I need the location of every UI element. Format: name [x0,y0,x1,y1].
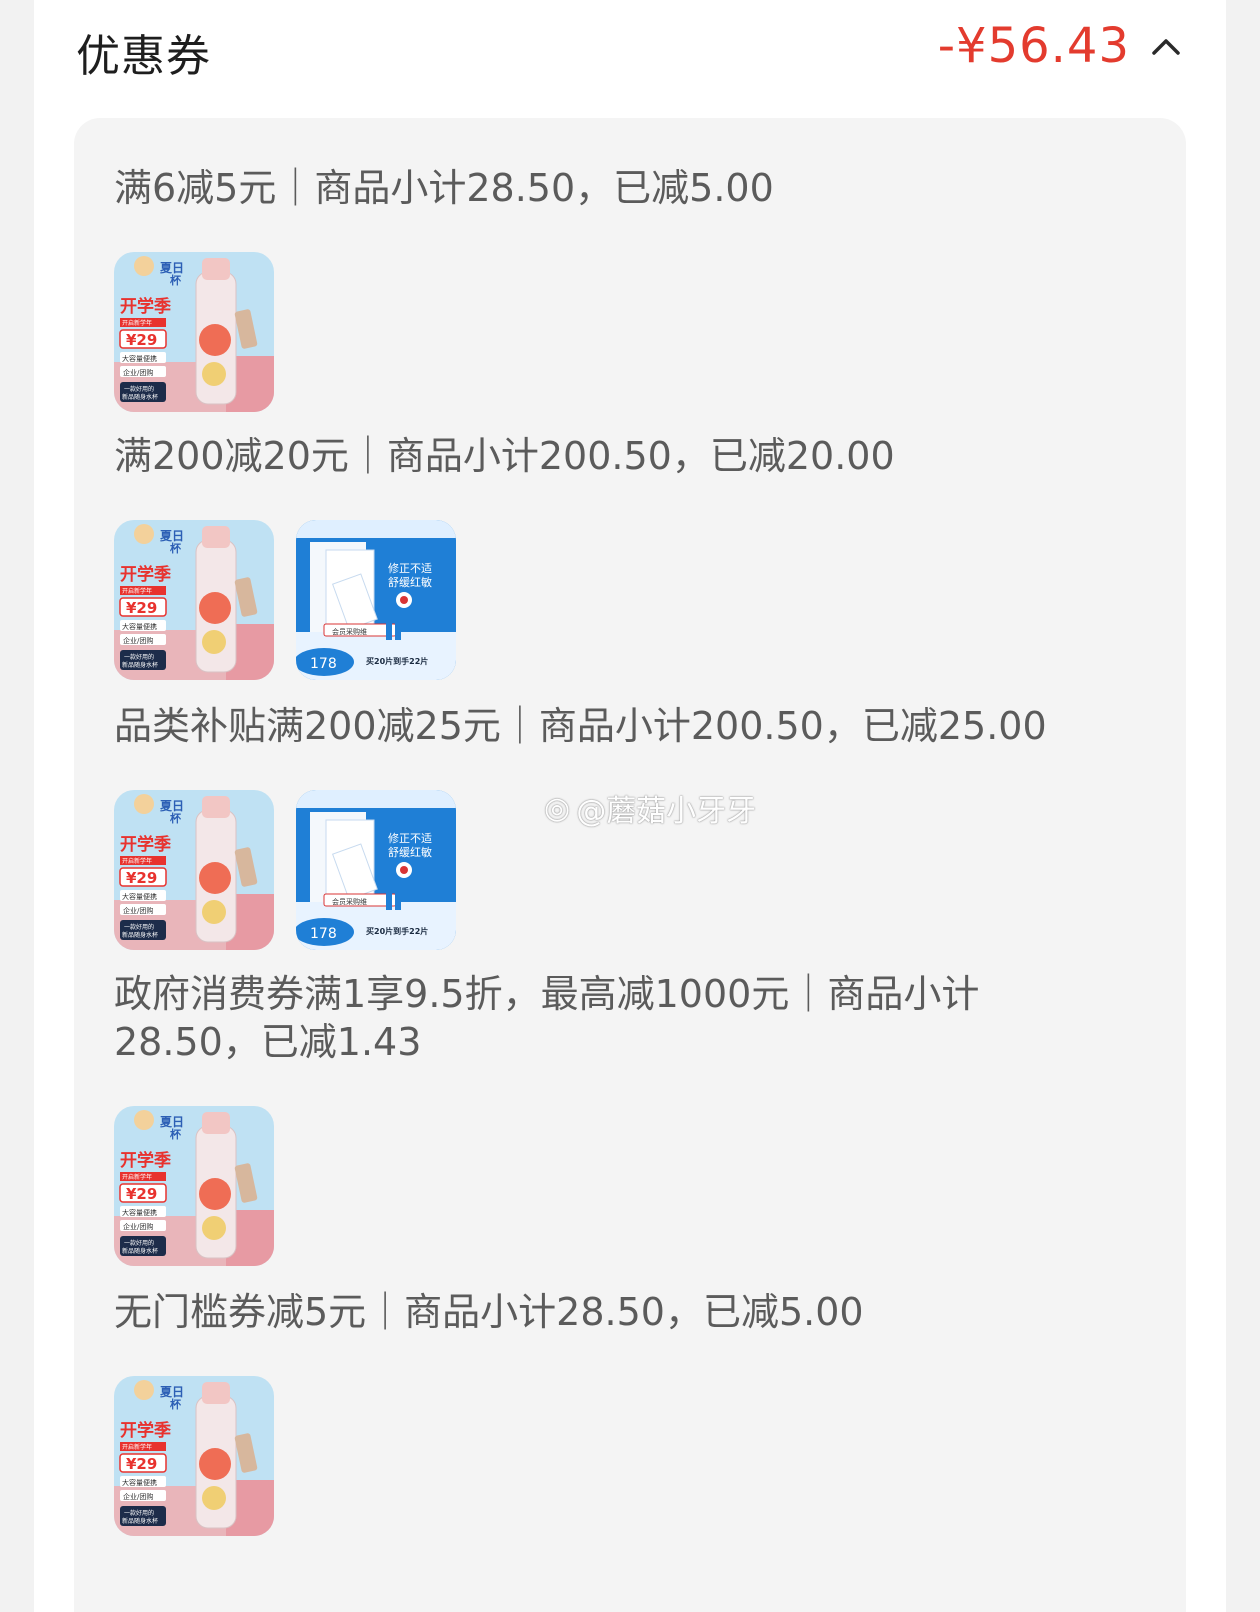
mask-product-image: 修正不适舒缓红敏会员采购维 178 买20片到手22片 [296,790,456,950]
bottle-tag2: 企业/团购 [123,368,153,377]
bottle-tag3: 一款好用的 [124,653,154,661]
product-thumb-bottle[interactable]: 夏日杯开学季开启新学年 ¥29 大容量便携企业/团购一款好用的 新品随身水杯 [114,1106,274,1266]
bottle-tag1: 大容量便携 [122,622,157,631]
bottle-tag3: 一款好用的 [124,1509,154,1517]
bottle-season-label: 开学季 [120,296,171,317]
bottle-sub-label: 开启新学年 [122,319,152,327]
product-thumb-bottle[interactable]: 夏日杯开学季开启新学年 ¥29 大容量便携企业/团购一款好用的 新品随身水杯 [114,252,274,412]
bottle-tag4: 新品随身水杯 [122,1517,158,1525]
bottle-tag2: 企业/团购 [123,636,153,645]
coupon-section-title: 优惠券 [76,31,211,82]
bottle-sub-label: 开启新学年 [122,1443,152,1451]
coupon-rule-title: 政府消费券满1享9.5折，最高减1000元｜商品小计28.50，已减1.43 [114,972,980,1064]
bottle-label-top: 夏日 [160,799,184,813]
bottle-price: ¥29 [126,599,157,617]
bottle-label-top: 夏日 [160,529,184,543]
bottle-label-top2: 杯 [170,811,182,825]
mask-product-image: 修正不适舒缓红敏会员采购维 178 买20片到手22片 [296,520,456,680]
bottle-price: ¥29 [126,869,157,887]
weibo-watermark: ◎ @蘑菇小牙牙 [544,786,756,830]
mask-headline: 修正不适 [388,561,432,575]
bottle-label-top2: 杯 [170,541,182,555]
bottle-label-top: 夏日 [160,1115,184,1129]
bottle-price: ¥29 [126,1455,157,1473]
bottle-price: ¥29 [126,1185,157,1203]
bottle-season-label: 开学季 [120,834,171,855]
bottle-tag2: 企业/团购 [123,1492,153,1501]
mask-headline: 修正不适 [388,831,432,845]
bottle-tag1: 大容量便携 [122,892,157,901]
mask-price: 178 [310,926,337,942]
coupon-rule-title: 满6减5元｜商品小计28.50，已减5.00 [114,166,774,210]
coupon-discount-amount: -¥56.43 [937,18,1130,74]
bottle-label-top: 夏日 [160,261,184,275]
coupon-card: 优惠券 -¥56.43 满6减5元｜商品小计28.50，已减5.00 夏日杯开学… [34,0,1226,1612]
coupon-rule-title: 满200减20元｜商品小计200.50，已减20.00 [114,434,895,478]
mask-badge: 会员采购维 [332,897,367,906]
watermark-text: @蘑菇小牙牙 [576,794,757,829]
bottle-tag1: 大容量便携 [122,1208,157,1217]
coupon-rule-title: 无门槛券减5元｜商品小计28.50，已减5.00 [114,1290,864,1334]
bottle-product-image: 夏日杯开学季开启新学年 ¥29 大容量便携企业/团购一款好用的新品随身水杯 [114,520,274,680]
bottle-label-top: 夏日 [160,1385,184,1399]
bottle-tag4: 新品随身水杯 [122,931,158,939]
bottle-season-label: 开学季 [120,564,171,585]
bottle-tag3: 一款好用的 [124,923,154,931]
bottle-label-top2: 杯 [170,273,182,287]
product-thumb-mask[interactable]: 修正不适 舒缓红敏会员采购维 178 买20片到手22片 [296,790,456,950]
bottle-tag2: 企业/团购 [123,906,153,915]
coupon-rule-title: 品类补贴满200减25元｜商品小计200.50，已减25.00 [114,704,1047,748]
bottle-season-label: 开学季 [120,1420,171,1441]
bottle-label-top2: 杯 [170,1127,182,1141]
weibo-logo-icon: ◎ [544,790,571,826]
bottle-label-top2: 杯 [170,1397,182,1411]
mask-badge: 会员采购维 [332,627,367,636]
bottle-tag3: 一款好用的 [124,1239,154,1247]
bottle-sub-label: 开启新学年 [122,857,152,865]
bottle-tag1: 大容量便携 [122,1478,157,1487]
bottle-tag4: 新品随身水杯 [122,1247,158,1255]
product-thumb-bottle[interactable]: 夏日杯开学季开启新学年 ¥29 大容量便携企业/团购一款好用的 新品随身水杯 [114,1376,274,1536]
product-thumb-bottle[interactable]: 夏日杯开学季开启新学年 ¥29 大容量便携企业/团购一款好用的 新品随身水杯 [114,520,274,680]
coupon-detail-panel: 满6减5元｜商品小计28.50，已减5.00 夏日杯开学季 开启新学年 ¥29 大容量… [74,118,1186,1612]
chevron-up-icon[interactable] [1146,26,1186,66]
mask-headline2: 舒缓红敏 [388,575,432,589]
bottle-tag3: 一款好用的 [124,385,154,393]
bottle-tag4: 新品随身水杯 [122,393,158,401]
bottle-product-image: 夏日杯开学季开启新学年 ¥29 大容量便携企业/团购一款好用的新品随身水杯 [114,1106,274,1266]
mask-price: 178 [310,656,337,672]
product-thumb-bottle[interactable]: 夏日杯开学季开启新学年 ¥29 大容量便携企业/团购一款好用的 新品随身水杯 [114,790,274,950]
bottle-tag4: 新品随身水杯 [122,661,158,669]
mask-headline2: 舒缓红敏 [388,845,432,859]
bottle-tag1: 大容量便携 [122,354,157,363]
mask-promo: 买20片到手22片 [366,656,428,666]
bottle-price: ¥29 [126,331,157,349]
bottle-sub-label: 开启新学年 [122,587,152,595]
bottle-sub-label: 开启新学年 [122,1173,152,1181]
bottle-product-image: 夏日杯开学季开启新学年 ¥29 大容量便携企业/团购一款好用的新品随身水杯 [114,1376,274,1536]
product-thumb-mask[interactable]: 修正不适 舒缓红敏会员采购维 178 买20片到手22片 [296,520,456,680]
bottle-tag2: 企业/团购 [123,1222,153,1231]
bottle-product-image: 夏日杯开学季开启新学年 ¥29 大容量便携企业/团购一款好用的新品随身水杯 [114,252,274,412]
bottle-season-label: 开学季 [120,1150,171,1171]
mask-promo: 买20片到手22片 [366,926,428,936]
bottle-product-image: 夏日杯开学季开启新学年 ¥29 大容量便携企业/团购一款好用的新品随身水杯 [114,790,274,950]
coupon-header[interactable]: 优惠券 -¥56.43 [34,0,1226,100]
